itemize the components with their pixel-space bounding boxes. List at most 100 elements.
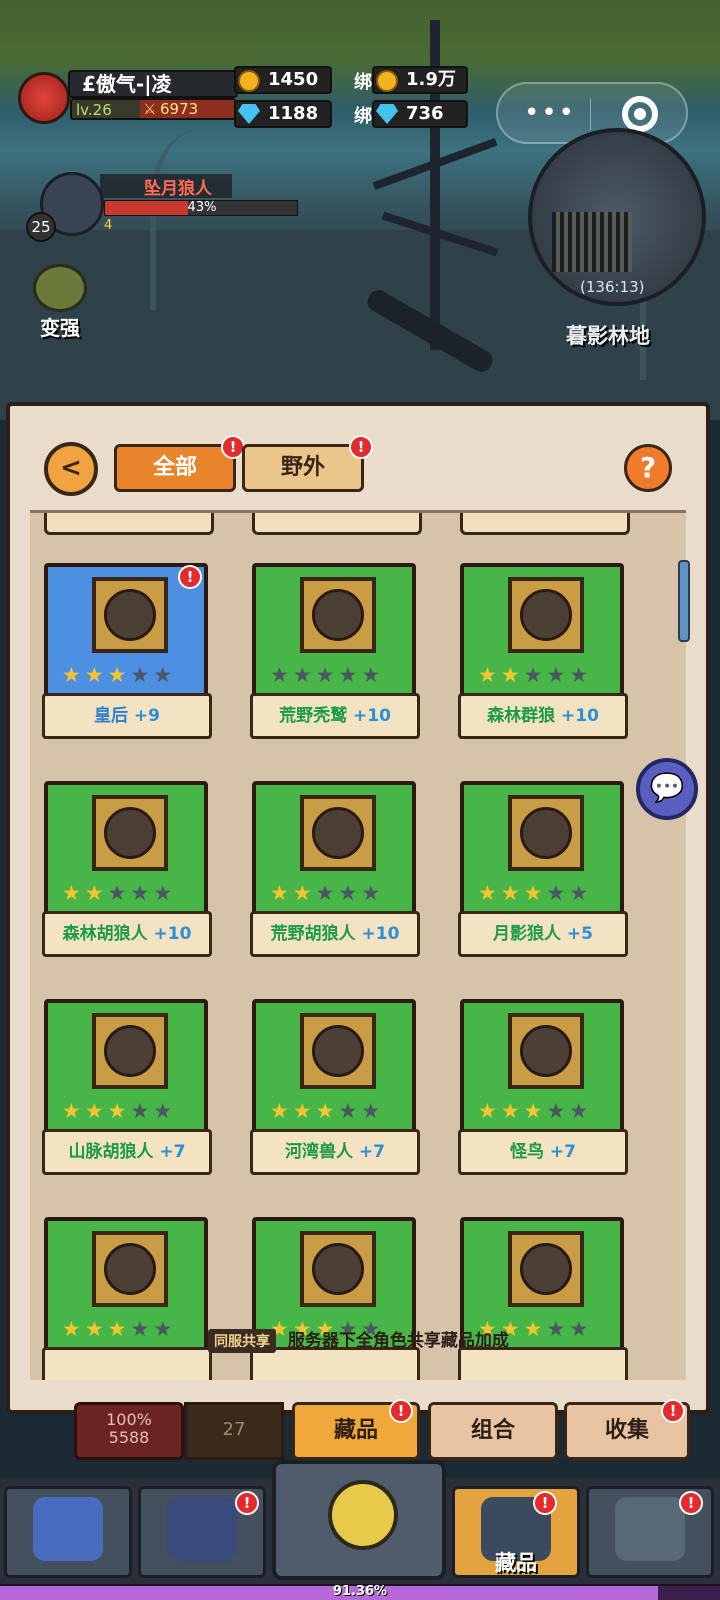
bound-diamond-icon — [376, 104, 398, 124]
nav-mage-badge: ! — [235, 1491, 259, 1515]
card-name: 山脉胡狼人 — [68, 1142, 154, 1162]
tab-all[interactable]: 全部 ! — [114, 435, 245, 492]
nav-mage[interactable]: ! — [138, 1486, 266, 1578]
collection-card[interactable]: ★★★★★ — [42, 1217, 214, 1380]
card-stub — [44, 513, 214, 535]
bottom-nav: ! 藏品 ! ! — [0, 1460, 720, 1584]
minimap[interactable]: (136:13) — [528, 128, 706, 306]
monster-portrait-icon — [520, 589, 572, 641]
card-plus: +10 — [361, 924, 400, 944]
back-button[interactable]: < — [44, 442, 98, 496]
hero-face-icon — [328, 1480, 398, 1550]
enemy-hp-text: 43% — [187, 200, 217, 215]
collection-card[interactable]: ★★★★★ — [458, 1217, 630, 1380]
portrait-frame — [300, 795, 376, 871]
star-icon: ★ — [546, 1099, 570, 1123]
card-name: 荒野秃鹫 — [279, 706, 348, 726]
star-icon: ★ — [107, 1317, 131, 1341]
portrait-frame — [300, 577, 376, 653]
stat-value: 5588 — [108, 1428, 150, 1447]
collection-card[interactable]: ★★★★★ 荒野胡狼人 +10 — [250, 781, 422, 967]
card-name-plate: 河湾兽人 +7 — [250, 1129, 420, 1175]
collection-card[interactable]: ★★★★★ 森林群狼 +10 — [458, 563, 630, 749]
collection-card[interactable]: ★★★★★ 荒野秃鹫 +10 — [250, 563, 422, 749]
nav-rock[interactable] — [4, 1486, 132, 1578]
portrait-frame — [300, 1013, 376, 1089]
collection-card[interactable]: ★★★★★ 怪鸟 +7 — [458, 999, 630, 1185]
card-name: 森林胡狼人 — [62, 924, 148, 944]
star-icon: ★ — [62, 881, 85, 905]
star-icon: ★ — [292, 663, 316, 687]
nav-castle[interactable]: ! — [586, 1486, 714, 1578]
star-icon: ★ — [292, 881, 316, 905]
player-name: £傲气-|凌 — [68, 70, 238, 98]
collection-card[interactable]: ★★★★★ 森林胡狼人 +10 — [42, 781, 214, 967]
star-icon: ★ — [500, 663, 524, 687]
star-icon: ★ — [569, 1099, 593, 1123]
more-menu-button[interactable]: ••• — [524, 98, 576, 128]
bind-label-diamond: 绑 — [354, 106, 372, 127]
collection-card[interactable]: ★★★★★ 月影狼人 +5 — [458, 781, 630, 967]
hooded-mage-icon — [167, 1497, 237, 1561]
collection-panel: < 全部 ! 野外 ! ? ★★★★★ 皇后 +9! ★★★★★ 荒野秃鹫 +10 ★★… — [6, 402, 710, 1414]
monster-portrait-icon — [104, 1025, 156, 1077]
player-avatar[interactable] — [18, 72, 70, 124]
card-stub — [460, 513, 630, 535]
star-icon: ★ — [361, 881, 385, 905]
card-name-plate: 皇后 +9 — [42, 693, 212, 739]
level-power-bar: lv.26 6973 — [70, 98, 236, 120]
star-icon: ★ — [338, 1099, 362, 1123]
stat-panel: 100% 5588 — [74, 1402, 184, 1460]
star-icon: ★ — [546, 881, 570, 905]
help-button[interactable]: ? — [624, 444, 672, 492]
card-plus: +9 — [133, 706, 160, 726]
diamond-icon — [238, 104, 260, 124]
collection-card[interactable]: ★★★★★ 山脉胡狼人 +7 — [42, 999, 214, 1185]
nav-hero[interactable] — [272, 1460, 446, 1580]
card-background: ★★★★★ — [460, 781, 624, 917]
star-icon: ★ — [62, 1317, 85, 1341]
rock-icon — [33, 1497, 103, 1561]
star-rating: ★★★★★ — [270, 881, 410, 905]
collection-card[interactable]: ★★★★★ 河湾兽人 +7 — [250, 999, 422, 1185]
bound-gold-coin-icon — [376, 70, 398, 92]
enemy-count: 4 — [104, 218, 113, 233]
diamond-counter[interactable]: 1188 — [234, 100, 332, 128]
strengthen-button[interactable]: 变强 — [28, 264, 92, 340]
star-icon: ★ — [107, 663, 131, 687]
gold-counter[interactable]: 1450 — [234, 66, 332, 94]
xp-bar: 91.36% — [0, 1584, 720, 1600]
bound-gold-counter[interactable]: 1.9万 — [372, 66, 468, 94]
subtab-gather[interactable]: 收集 ! — [564, 1399, 690, 1460]
star-icon: ★ — [270, 881, 293, 905]
player-power: 6973 — [140, 100, 234, 118]
share-notice: 同服共享 服务器下全角色共享藏品加成 — [208, 1326, 538, 1353]
close-target-icon[interactable] — [622, 96, 658, 132]
star-icon: ★ — [130, 881, 154, 905]
star-icon: ★ — [153, 881, 177, 905]
star-icon: ★ — [361, 663, 385, 687]
bind-label-gold: 绑 — [354, 72, 372, 93]
subtab-combo[interactable]: 组合 — [428, 1402, 558, 1460]
star-rating: ★★★★★ — [62, 663, 202, 687]
card-plus: +5 — [566, 924, 593, 944]
star-icon: ★ — [569, 881, 593, 905]
tab-wild[interactable]: 野外 ! — [242, 435, 373, 492]
subtab-gather-badge: ! — [661, 1399, 685, 1423]
star-icon: ★ — [153, 1317, 177, 1341]
card-background: ★★★★★ — [44, 1217, 208, 1353]
card-name-plate: 森林胡狼人 +10 — [42, 911, 212, 957]
scrollbar[interactable] — [678, 560, 690, 642]
nav-collection[interactable]: 藏品 ! — [452, 1486, 580, 1578]
stat-slot: 27 — [184, 1402, 284, 1460]
star-icon: ★ — [84, 881, 108, 905]
capsule-divider — [590, 98, 591, 130]
star-icon: ★ — [546, 663, 570, 687]
collection-card[interactable]: ★★★★★ 皇后 +9! — [42, 563, 214, 749]
subtab-collection[interactable]: 藏品 ! — [292, 1399, 420, 1460]
collection-grid[interactable]: ★★★★★ 皇后 +9! ★★★★★ 荒野秃鹫 +10 ★★★★★ 森林群狼 +10 ★★★… — [30, 510, 686, 1380]
chat-icon[interactable]: 💬 — [636, 758, 698, 820]
subtab-combo-label: 组合 — [470, 1418, 515, 1443]
bound-diamond-counter[interactable]: 736 — [372, 100, 468, 128]
collection-card[interactable]: ★★★★★ — [250, 1217, 422, 1380]
